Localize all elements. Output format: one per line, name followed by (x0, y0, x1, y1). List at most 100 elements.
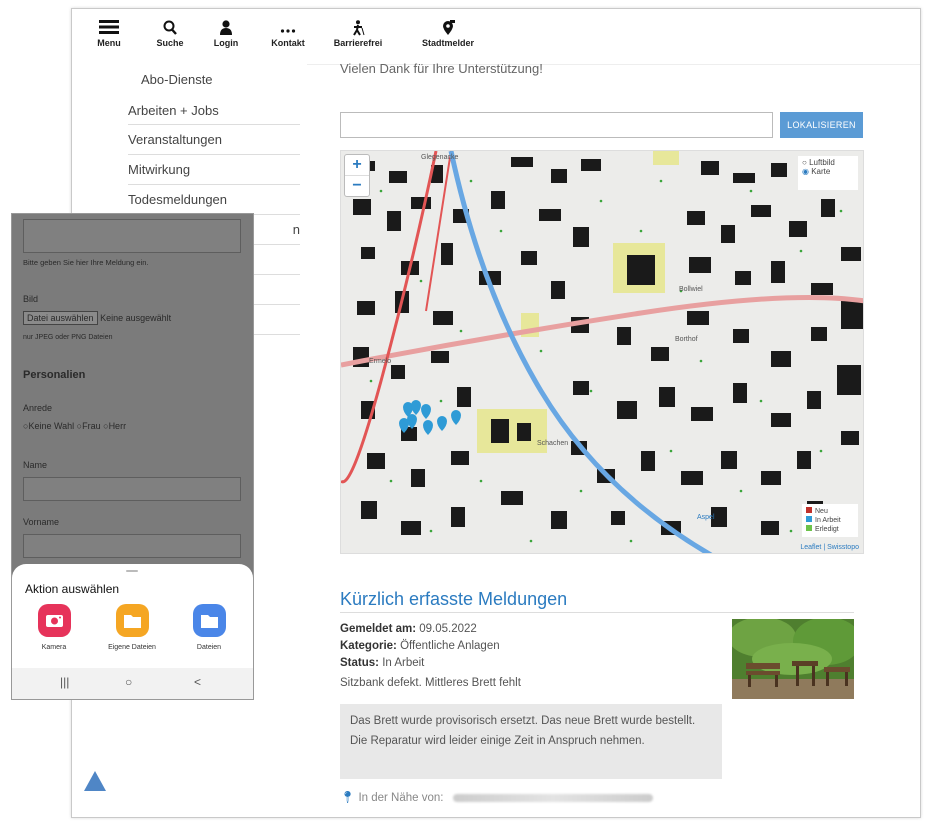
status-value: In Arbeit (382, 657, 425, 669)
legend-swatch-in-progress (806, 516, 812, 522)
camera-app-button[interactable] (38, 604, 71, 637)
map-label-glegenacke: Glegenacke (421, 154, 458, 161)
nearby-location: 📍︎ In der Nähe von: (340, 790, 653, 804)
nav-accessibility-label: Barrierefrei (333, 38, 383, 48)
location-input[interactable] (340, 112, 773, 138)
message-textarea[interactable] (23, 219, 241, 253)
sidemenu-item-abo[interactable]: Abo-Dienste (128, 65, 300, 95)
scroll-to-top-icon[interactable] (84, 771, 106, 791)
map-canvas[interactable]: Glegenacke Bollwiel Borthof Ermelo Schac… (341, 151, 864, 554)
legend-label-in-progress: In Arbeit (815, 517, 841, 524)
reported-value: 09.05.2022 (419, 623, 477, 635)
file-select-button[interactable]: Datei auswählen (23, 311, 98, 325)
sidemenu-item-events[interactable]: Veranstaltungen (128, 125, 300, 155)
personal-heading: Personalien (23, 369, 86, 381)
map-attribution[interactable]: Leaflet | Swisstopo (800, 544, 859, 551)
salutation-radio-herr[interactable]: ○Herr (103, 421, 126, 431)
file-row: Datei auswählen Keine ausgewählt (23, 311, 172, 325)
blurred-address (452, 793, 653, 802)
zoom-in-button[interactable]: + (345, 155, 369, 175)
my-files-app-button[interactable] (116, 604, 149, 637)
map-label-bollwiel: Bollwiel (679, 286, 703, 293)
layer-option-luftbild[interactable]: ○ Luftbild (802, 158, 854, 167)
zoom-out-button[interactable]: − (345, 175, 369, 196)
recent-reports-title: Kürzlich erfasste Meldungen (340, 589, 568, 609)
report-description: Sitzbank defekt. Mittleres Brett fehlt (340, 677, 521, 689)
nav-accessibility[interactable]: Barrierefrei (323, 9, 393, 48)
sheet-handle[interactable] (126, 570, 138, 572)
location-pin-small-icon: 📍︎ (340, 790, 356, 804)
zoom-control: + − (344, 154, 370, 197)
user-icon (191, 20, 261, 36)
files-folder-icon (201, 615, 218, 628)
accessibility-icon (323, 20, 393, 36)
my-files-label: Eigene Dateien (108, 644, 156, 651)
nav-menu[interactable]: Menu (74, 9, 144, 48)
report-meta: Gemeldet am: 09.05.2022 Kategorie: Öffen… (340, 621, 500, 672)
android-navbar: ||| ○ < (12, 668, 253, 699)
bench-photo-image (732, 619, 854, 699)
top-navigation: Menu Suche Login Kontakt Barrierefrei St… (72, 9, 920, 63)
sidemenu-item-jobs[interactable]: Arbeiten + Jobs (128, 95, 300, 125)
name-label: Name (23, 460, 48, 470)
category-value: Öffentliche Anlagen (400, 640, 500, 652)
image-label: Bild (23, 294, 39, 304)
legend-swatch-new (806, 507, 812, 513)
nav-login[interactable]: Login (191, 9, 261, 48)
salutation-herr-label: Herr (108, 421, 127, 431)
action-sheet: Aktion auswählen Kamera Eigene Dateien D… (12, 564, 253, 699)
map-label-schachen: Schachen (537, 440, 568, 447)
status-label: Status: (340, 657, 379, 669)
camera-label: Kamera (41, 644, 67, 651)
salutation-options: ○Keine Wahl ○Frau ○Herr (23, 421, 126, 431)
nav-stadtmelder-label: Stadtmelder (421, 38, 474, 48)
nearby-label: In der Nähe von: (358, 792, 444, 804)
nav-menu-label: Menu (97, 38, 121, 48)
map-label-ermelo: Ermelo (369, 358, 391, 365)
layer-karte-label: Karte (811, 167, 831, 176)
location-pin-icon (413, 20, 483, 36)
salutation-frau-label: Frau (82, 421, 101, 431)
nav-contact-label: Kontakt (271, 38, 305, 48)
sidemenu-item-obituaries[interactable]: Todesmeldungen (128, 185, 300, 215)
home-button[interactable]: ○ (125, 675, 132, 689)
folder-icon (124, 615, 141, 628)
sidemenu-partial-label: n (292, 222, 300, 237)
nav-login-label: Login (213, 38, 239, 48)
legend-item-in-progress: In Arbeit (806, 516, 854, 525)
salutation-none-label: Keine Wahl (28, 421, 75, 431)
camera-icon (46, 615, 63, 627)
section-divider (340, 612, 854, 613)
dots-icon (253, 20, 323, 36)
file-status: Keine ausgewählt (100, 313, 172, 323)
files-label: Dateien (196, 644, 222, 651)
map-legend: Neu In Arbeit Erledigt (802, 504, 858, 537)
sidemenu-item-participation[interactable]: Mitwirkung (128, 155, 300, 185)
salutation-radio-frau[interactable]: ○Frau (77, 421, 101, 431)
salutation-radio-none[interactable]: ○Keine Wahl (23, 421, 74, 431)
hamburger-icon (74, 20, 144, 36)
legend-item-new: Neu (806, 507, 854, 516)
category-label: Kategorie: (340, 640, 397, 652)
name-input[interactable] (23, 477, 241, 501)
files-app-button[interactable] (193, 604, 226, 637)
file-hint: nur JPEG oder PNG Dateien (23, 334, 113, 341)
firstname-label: Vorname (23, 517, 60, 527)
map-label-borthof: Borthof (675, 336, 698, 343)
phone-screenshot: Bitte geben Sie hier Ihre Meldung ein. B… (11, 213, 254, 700)
report-photo[interactable] (732, 619, 854, 699)
firstname-input[interactable] (23, 534, 241, 558)
legend-swatch-done (806, 525, 812, 531)
nav-stadtmelder[interactable]: Stadtmelder (413, 9, 483, 48)
localize-button[interactable]: LOKALISIEREN (780, 112, 863, 138)
back-button[interactable]: < (194, 675, 201, 689)
reported-label: Gemeldet am: (340, 623, 417, 635)
recent-apps-button[interactable]: ||| (60, 675, 69, 689)
map-label-aspel: Aspel (697, 514, 715, 521)
legend-label-done: Erledigt (815, 526, 839, 533)
nav-contact[interactable]: Kontakt (253, 9, 323, 48)
map[interactable]: Glegenacke Bollwiel Borthof Ermelo Schac… (340, 150, 864, 554)
layer-luftbild-label: Luftbild (809, 158, 835, 167)
layer-switcher: ○ Luftbild ◉ Karte (798, 156, 858, 190)
layer-option-karte[interactable]: ◉ Karte (802, 167, 854, 176)
